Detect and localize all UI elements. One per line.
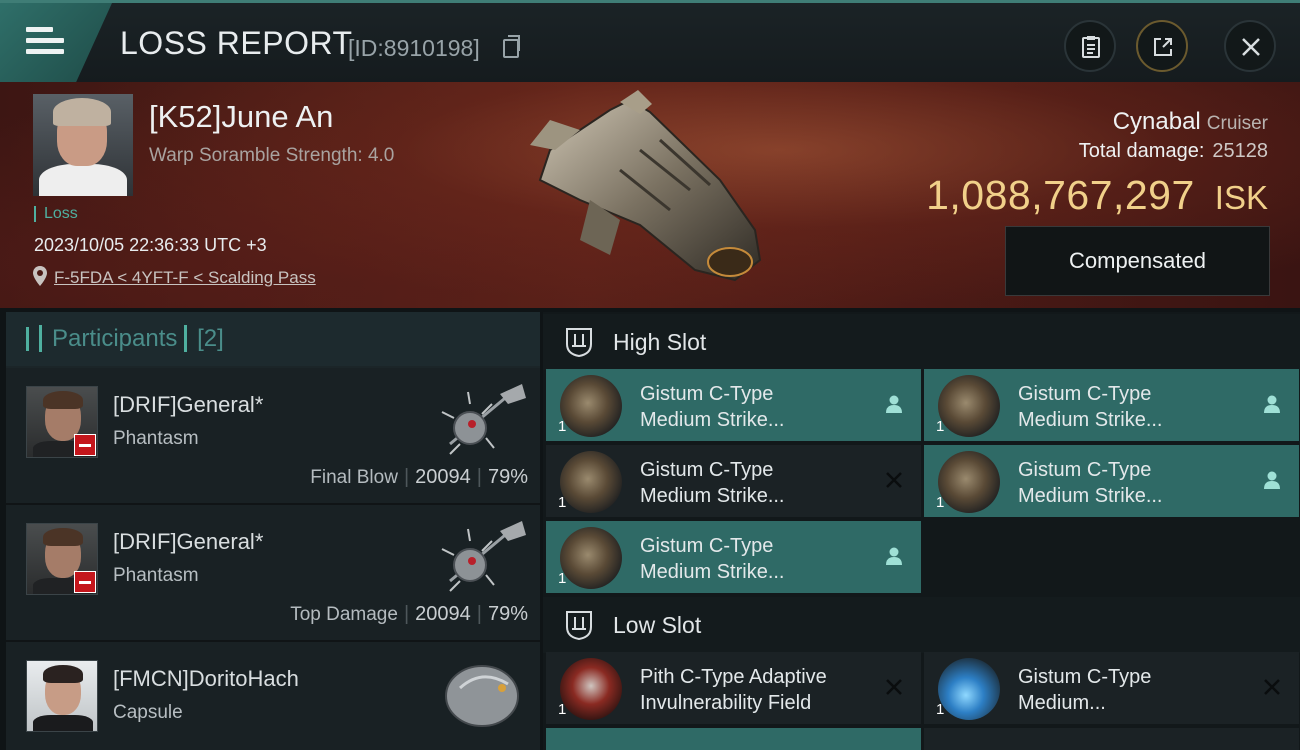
person-icon bbox=[886, 547, 902, 565]
share-button[interactable] bbox=[1136, 20, 1188, 72]
clipboard-button[interactable] bbox=[1064, 20, 1116, 72]
module-icon bbox=[560, 658, 622, 720]
module-icon bbox=[938, 451, 1000, 513]
participant-ship: Capsule bbox=[113, 702, 183, 723]
module-name: Gistum C-Type Medium Strike... bbox=[640, 383, 785, 431]
module-slot[interactable] bbox=[924, 728, 1299, 750]
low-slot-icon bbox=[566, 611, 592, 641]
hostile-badge-icon bbox=[74, 571, 96, 593]
close-button[interactable] bbox=[1224, 20, 1276, 72]
module-name: Gistum C-Type Medium... bbox=[1018, 666, 1152, 714]
participant-row[interactable]: [FMCN]DoritoHach Capsule bbox=[6, 642, 540, 750]
clipboard-icon bbox=[1082, 36, 1100, 58]
module-slot[interactable]: 1 Pith C-Type Adaptive Invulnerability Fi… bbox=[546, 652, 921, 724]
loss-datetime: 2023/10/05 22:36:33 UTC +3 bbox=[34, 235, 267, 255]
high-slot-header: High Slot bbox=[543, 314, 1300, 370]
high-slot-icon bbox=[566, 328, 592, 358]
menu-button[interactable] bbox=[0, 3, 112, 82]
ship-image bbox=[530, 90, 762, 282]
participant-stats: Top Damage | 20094 | 79% bbox=[290, 603, 528, 625]
module-slot[interactable] bbox=[546, 728, 921, 750]
participant-row[interactable]: [DRIF]General* Phantasm Final Blow | 20094… bbox=[6, 368, 540, 505]
report-id: [ID:8910198] bbox=[348, 35, 480, 61]
module-icon bbox=[938, 375, 1000, 437]
isk-value: 1,088,767,297 ISK bbox=[926, 172, 1268, 218]
module-name: Gistum C-Type Medium Strike... bbox=[640, 459, 785, 507]
module-quantity: 1 bbox=[558, 570, 567, 587]
participant-stats: Final Blow | 20094 | 79% bbox=[310, 466, 528, 488]
participants-header: Participants [2] bbox=[6, 312, 540, 368]
close-icon bbox=[1242, 38, 1260, 56]
module-quantity: 1 bbox=[936, 418, 945, 435]
module-icon bbox=[560, 375, 622, 437]
module-slot[interactable]: 1 Gistum C-Type Medium Strike... bbox=[546, 445, 921, 517]
module-name: Gistum C-Type Medium Strike... bbox=[1018, 459, 1163, 507]
participant-row[interactable]: [DRIF]General* Phantasm Top Damage | 20094… bbox=[6, 505, 540, 642]
module-name: Gistum C-Type Medium Strike... bbox=[1018, 383, 1163, 431]
hamburger-icon bbox=[26, 27, 64, 55]
cross-icon bbox=[886, 472, 902, 488]
fitting-panel: High Slot 1 Gistum C-Type Medium Strike..… bbox=[543, 312, 1300, 750]
module-name: Pith C-Type Adaptive Invulnerability Fiel… bbox=[640, 666, 827, 714]
participants-panel: Participants [2] [DRIF]General* Phantasm… bbox=[6, 312, 540, 750]
module-quantity: 1 bbox=[558, 418, 567, 435]
module-icon bbox=[560, 451, 622, 513]
share-icon bbox=[1154, 38, 1172, 56]
participant-name: [DRIF]General* bbox=[113, 392, 264, 417]
module-slot[interactable]: 1 Gistum C-Type Medium Strike... bbox=[546, 369, 921, 441]
location-link[interactable]: F-5FDA < 4YFT-F < Scalding Pass bbox=[54, 268, 316, 288]
participant-name: [FMCN]DoritoHach bbox=[113, 666, 299, 691]
cross-icon bbox=[1264, 679, 1280, 695]
hostile-badge-icon bbox=[74, 434, 96, 456]
module-slot[interactable]: 1 Gistum C-Type Medium... bbox=[924, 652, 1299, 724]
page-title: LOSS REPORT bbox=[120, 25, 353, 61]
participant-portrait[interactable] bbox=[26, 660, 98, 732]
module-slot[interactable]: 1 Gistum C-Type Medium Strike... bbox=[546, 521, 921, 593]
module-slot[interactable]: 1 Gistum C-Type Medium Strike... bbox=[924, 445, 1299, 517]
module-name: Gistum C-Type Medium Strike... bbox=[640, 535, 785, 583]
cross-icon bbox=[886, 679, 902, 695]
person-icon bbox=[1264, 471, 1280, 489]
module-quantity: 1 bbox=[558, 701, 567, 718]
phantasm-ship-icon bbox=[441, 384, 526, 455]
module-quantity: 1 bbox=[936, 701, 945, 718]
participant-name: [DRIF]General* bbox=[113, 529, 264, 554]
ship-name: Cynabal Cruiser bbox=[1112, 108, 1268, 135]
module-quantity: 1 bbox=[558, 494, 567, 511]
victim-portrait[interactable] bbox=[33, 94, 133, 196]
compensated-button[interactable]: Compensated bbox=[1005, 226, 1270, 296]
person-icon bbox=[1264, 395, 1280, 413]
participant-ship: Phantasm bbox=[113, 428, 199, 449]
top-bar: LOSS REPORT [ID:8910198] bbox=[0, 0, 1300, 82]
total-damage: Total damage: 25128 bbox=[1078, 140, 1268, 162]
victim-name[interactable]: [K52]June An bbox=[149, 99, 333, 135]
module-icon bbox=[560, 527, 622, 589]
module-quantity: 1 bbox=[936, 494, 945, 511]
loss-label: Loss bbox=[34, 206, 78, 222]
person-icon bbox=[886, 395, 902, 413]
capsule-ship-icon bbox=[445, 665, 519, 727]
copy-icon[interactable] bbox=[503, 35, 520, 58]
low-slot-header: Low Slot bbox=[543, 597, 1300, 653]
location-pin-icon bbox=[33, 266, 47, 286]
participant-ship: Phantasm bbox=[113, 565, 199, 586]
module-icon bbox=[938, 658, 1000, 720]
loss-summary: [K52]June An Warp Soramble Strength: 4.0… bbox=[0, 82, 1300, 308]
warp-scramble-strength: Warp Soramble Strength: 4.0 bbox=[149, 145, 395, 166]
module-slot[interactable]: 1 Gistum C-Type Medium Strike... bbox=[924, 369, 1299, 441]
phantasm-ship-icon bbox=[441, 521, 526, 592]
